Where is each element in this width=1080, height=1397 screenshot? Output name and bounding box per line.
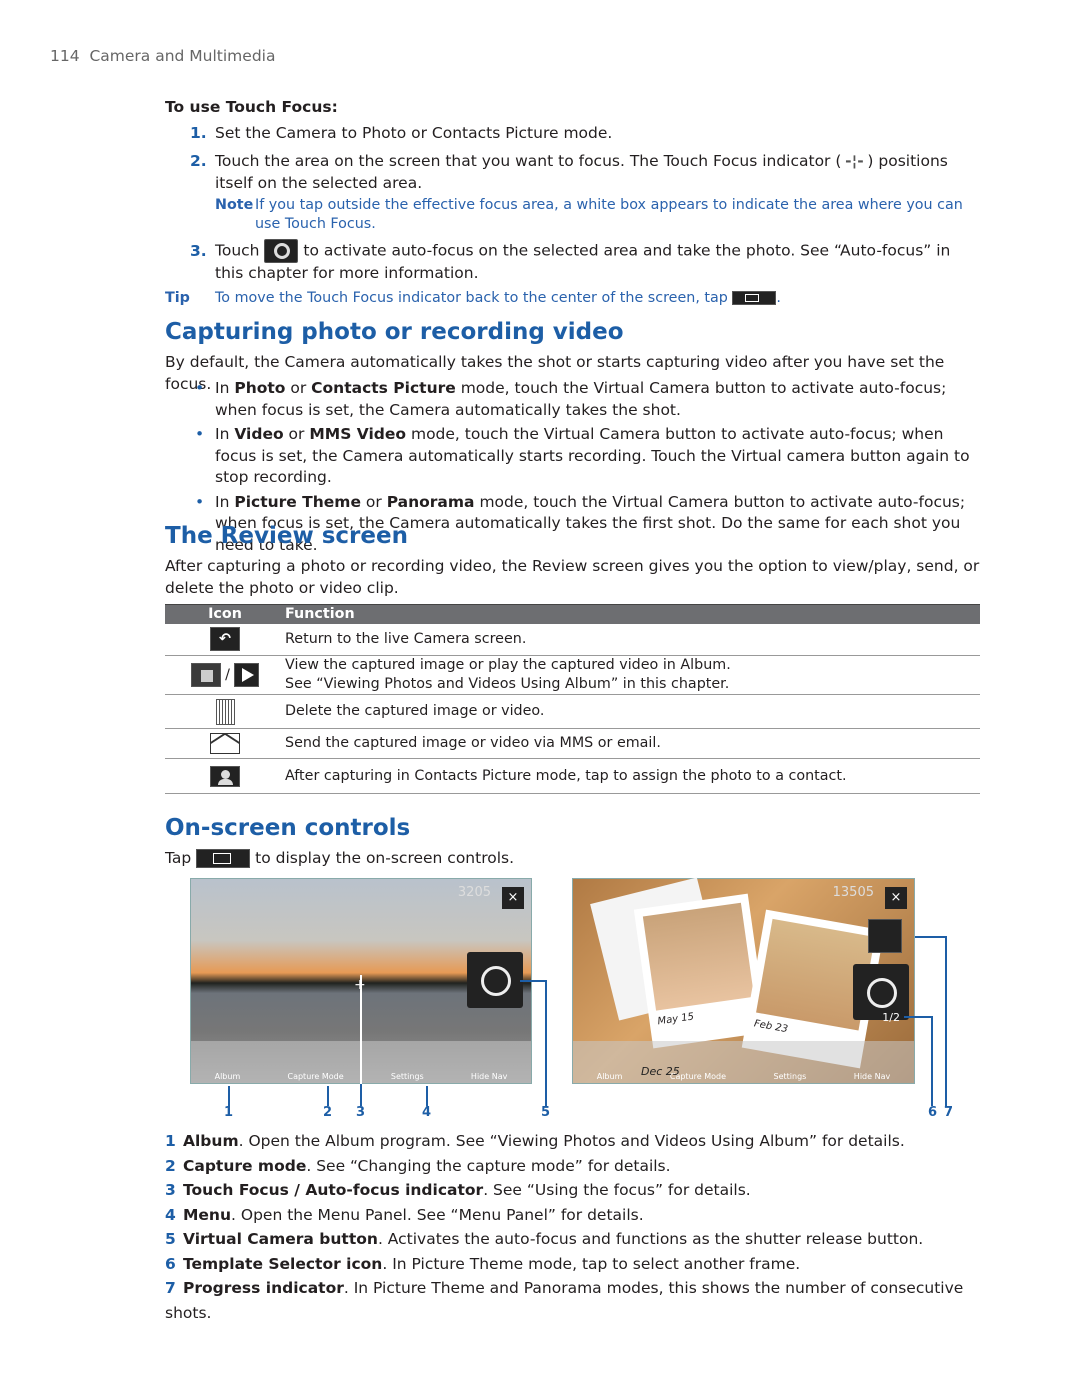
photo-caption: Dec 25 [641,1065,680,1078]
nav-capture-mode[interactable]: Capture Mode [287,1072,343,1081]
close-button[interactable]: × [885,887,907,909]
table-row: After capturing in Contacts Picture mode… [165,758,980,794]
controls-legend: 1 Album. Open the Album program. See “Vie… [165,1129,980,1325]
nav-hide-nav[interactable]: Hide Nav [471,1072,507,1081]
back-arrow-icon: ↶ [210,627,240,652]
legend-item: 5 Virtual Camera button. Activates the au… [165,1230,924,1248]
legend-item: 7 Progress indicator. In Picture Theme an… [165,1279,964,1322]
legend-item: 1 Album. Open the Album program. See “Vie… [165,1132,905,1150]
page-number: 114 [50,47,80,65]
callout-6: 6 [928,1105,938,1120]
tip: Tip To move the Touch Focus indicator bac… [165,290,781,306]
hide-nav-icon [732,291,777,305]
table-row: / View the captured image or play the ca… [165,655,980,695]
column-header-function: Function [285,604,980,624]
template-selector-icon[interactable] [868,919,902,953]
bullet-item: In Video or MMS Video mode, touch the Vi… [165,424,980,489]
shot-counter: 3205 [457,885,491,900]
note: Note If you tap outside the effective foc… [215,197,963,232]
trash-icon [215,698,235,725]
legend-item: 3 Touch Focus / Auto-focus indicator. See… [165,1181,751,1199]
legend-item: 6 Template Selector icon. In Picture Them… [165,1254,801,1273]
step-1: 1. Set the Camera to Photo or Contacts Pi… [190,124,613,142]
capturing-heading: Capturing photo or recording video [165,319,624,345]
column-header-icon: Icon [165,604,285,624]
onscreen-heading: On-screen controls [165,815,411,841]
nav-hide-nav[interactable]: Hide Nav [854,1072,890,1081]
nav-album[interactable]: Album [215,1072,241,1081]
virtual-camera-button[interactable] [467,952,523,1008]
touch-focus-heading: To use Touch Focus: [165,98,338,116]
review-heading: The Review screen [165,523,408,549]
review-intro: After capturing a photo or recording vid… [165,557,980,597]
photo-caption: May 15 [656,1011,695,1028]
step-3: 3. Touch to activate auto-focus on the se… [165,239,980,285]
callout-7: 7 [944,1105,954,1120]
virtual-camera-button[interactable] [853,964,909,1020]
callout-3: 3 [356,1105,366,1120]
bullet-item: In Photo or Contacts Picture mode, touch… [165,378,980,421]
album-icon [190,663,221,687]
shutter-icon [264,239,299,263]
callout-5: 5 [541,1105,551,1120]
page-header: 114 Camera and Multimedia [50,47,275,65]
hide-nav-icon [196,849,251,868]
table-row: Send the captured image or video via MMS… [165,728,980,759]
callout-2: 2 [323,1105,333,1120]
legend-item: 2 Capture mode. See “Changing the capture… [165,1156,671,1175]
picture-theme-screenshot: May 15 Feb 23 13505 × 1/2 Album Capture M… [572,877,915,1084]
step-2: 2. Touch the area on the screen that you … [190,152,948,192]
onscreen-tap: Tap to display the on-screen controls. [165,849,515,868]
contact-icon [210,765,240,787]
table-row: Delete the captured image or video. [165,694,980,729]
nav-settings[interactable]: Settings [774,1072,807,1081]
nav-album[interactable]: Album [597,1072,623,1081]
chapter-title: Camera and Multimedia [89,47,276,65]
shot-counter: 13505 [832,885,874,900]
photo-caption: Feb 23 [753,1018,789,1036]
legend-item: 4 Menu. Open the Menu Panel. See “Menu Pa… [165,1205,644,1224]
table-row: ↶ Return to the live Camera screen. [165,623,980,656]
callout-4: 4 [422,1105,432,1120]
callout-1: 1 [224,1105,234,1120]
close-button[interactable]: × [502,887,524,909]
touch-focus-indicator-icon: -¦- [845,152,864,170]
play-icon [234,663,260,687]
nav-settings[interactable]: Settings [391,1072,424,1081]
envelope-icon [210,733,240,754]
review-icon-table: Icon Function ↶ Return to the live Camera … [165,604,980,794]
progress-indicator: 1/2 [882,1011,900,1024]
camera-nav-bar: Album Capture Mode Settings Hide Nav [573,1041,914,1083]
